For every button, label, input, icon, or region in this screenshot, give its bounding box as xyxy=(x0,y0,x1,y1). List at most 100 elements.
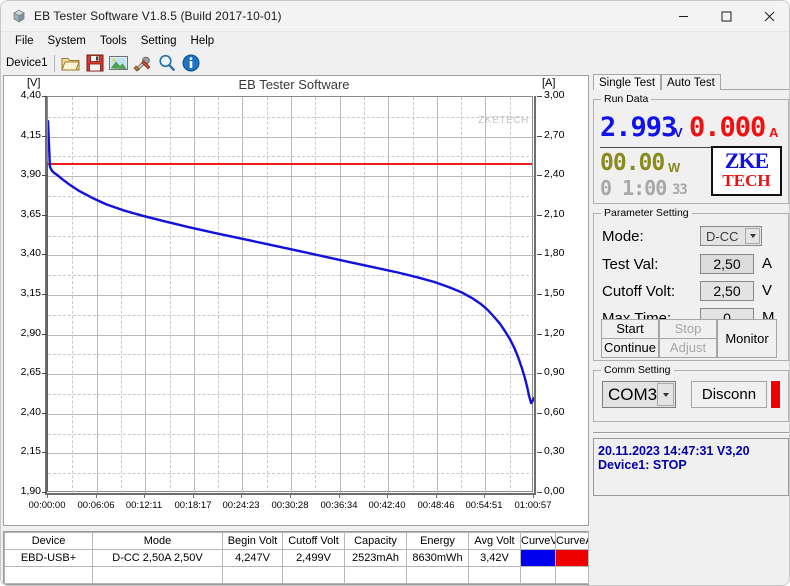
save-floppy-icon[interactable] xyxy=(83,52,107,74)
y-axis-tick-label: 3,90 xyxy=(20,168,41,180)
table-cell xyxy=(344,566,407,584)
test-val-row: Test Val: 2,50 A xyxy=(602,254,782,278)
table-cell: D-CC 2,50A 2,50V xyxy=(92,549,223,567)
status-log[interactable]: 20.11.2023 14:47:31 V3,20 Device1: STOP xyxy=(593,438,789,496)
y-axis-tick-label: 2,15 xyxy=(20,445,41,457)
minimize-icon[interactable] xyxy=(662,1,705,32)
menu-item-file[interactable]: File xyxy=(8,34,41,49)
x-axis-tick-mark xyxy=(241,493,242,498)
test-val-input[interactable]: 2,50 xyxy=(700,254,754,274)
tools-icon[interactable] xyxy=(131,52,155,74)
y-axis-tick-label: 2,65 xyxy=(20,366,41,378)
y-axis-tick-mark xyxy=(42,373,47,374)
mode-select[interactable]: D-CC xyxy=(700,226,762,246)
y2-axis-tick-label: 0,00 xyxy=(544,485,565,497)
y-axis-tick-mark xyxy=(42,294,47,295)
maximize-icon[interactable] xyxy=(705,1,748,32)
tab-auto-test[interactable]: Auto Test xyxy=(661,74,721,90)
voltage-unit: V xyxy=(674,125,683,140)
stop-button: Stop xyxy=(659,319,717,339)
y2-axis-tick-mark xyxy=(537,294,542,295)
mode-label: Mode: xyxy=(602,228,644,245)
y-axis-tick-mark xyxy=(42,136,47,137)
table-header-cell: Begin Volt xyxy=(222,532,283,550)
table-cell xyxy=(282,566,345,584)
table-cell: 2,499V xyxy=(282,549,345,567)
table-row[interactable] xyxy=(4,566,589,584)
curve-v-swatch[interactable] xyxy=(520,549,556,567)
com-port-select[interactable]: COM3 xyxy=(602,381,676,408)
y2-axis-tick-mark xyxy=(537,492,542,493)
title-bar: EB Tester Software V1.8.5 (Build 2017-10… xyxy=(1,1,789,32)
monitor-button[interactable]: Monitor xyxy=(717,319,777,358)
start-button[interactable]: Start xyxy=(601,319,659,339)
table-row[interactable]: EBD-USB+ D-CC 2,50A 2,50V 4,247V 2,499V 2523… xyxy=(4,549,589,567)
tab-single-test[interactable]: Single Test xyxy=(593,74,662,90)
x-axis-tick-mark xyxy=(144,493,145,498)
x-axis-tick-mark xyxy=(339,493,340,498)
x-axis-tick-mark xyxy=(47,493,48,498)
disconnect-button[interactable]: Disconn xyxy=(691,381,767,408)
y2-axis-tick-label: 0,90 xyxy=(544,366,565,378)
y-axis-tick-mark xyxy=(42,254,47,255)
close-icon[interactable] xyxy=(748,1,789,32)
table-cell: 2523mAh xyxy=(344,549,407,567)
voltage-curve xyxy=(48,120,534,405)
menu-item-system[interactable]: System xyxy=(41,34,93,49)
x-axis-tick-mark xyxy=(387,493,388,498)
zketech-logo: ZKE TECH xyxy=(711,146,782,196)
connection-status-led xyxy=(771,381,780,408)
tab-filler xyxy=(720,71,789,90)
y2-axis-tick-mark xyxy=(537,96,542,97)
y2-axis-tick-label: 1,80 xyxy=(544,247,565,259)
plot-area[interactable]: ZKETECH xyxy=(47,96,534,493)
x-axis-tick-mark xyxy=(96,493,97,498)
curve-a-swatch[interactable] xyxy=(555,549,589,567)
y-axis-tick-mark xyxy=(42,334,47,335)
menu-item-help[interactable]: Help xyxy=(184,34,222,49)
y2-axis-tick-mark xyxy=(537,254,542,255)
y-axis-tick-label: 2,40 xyxy=(20,406,41,418)
y2-axis-tick-label: 1,20 xyxy=(544,327,565,339)
mode-select-value: D-CC xyxy=(706,229,739,244)
chevron-down-icon[interactable] xyxy=(657,383,674,406)
y2-axis-tick-label: 0,60 xyxy=(544,406,565,418)
y2-axis-tick-mark xyxy=(537,215,542,216)
cutoff-volt-label: Cutoff Volt: xyxy=(602,283,676,300)
table-cell xyxy=(406,566,469,584)
table-header-cell: CurveV xyxy=(520,532,556,550)
adjust-button: Adjust xyxy=(659,338,717,358)
power-readout: 00.00 xyxy=(600,150,665,176)
zketech-logo-top: ZKE xyxy=(724,148,769,173)
cutoff-volt-input[interactable]: 2,50 xyxy=(700,281,754,301)
y2-axis-tick-mark xyxy=(537,452,542,453)
export-image-icon[interactable] xyxy=(107,52,131,74)
continue-button[interactable]: Continue xyxy=(601,338,659,358)
table-header-cell: Avg Volt xyxy=(468,532,521,550)
table-cell xyxy=(555,566,589,584)
table-cell xyxy=(4,566,93,584)
x-axis-tick-label: 01:00:57 xyxy=(514,500,552,511)
y-axis-tick-mark xyxy=(42,452,47,453)
y-axis-tick-mark xyxy=(42,215,47,216)
y-axis-tick-label: 3,65 xyxy=(20,208,41,220)
run-data-title: Run Data xyxy=(601,93,652,105)
application-window: EB Tester Software V1.8.5 (Build 2017-10… xyxy=(0,0,790,586)
info-icon[interactable] xyxy=(179,52,203,74)
chevron-down-icon[interactable] xyxy=(745,228,760,244)
open-folder-icon[interactable] xyxy=(59,52,83,74)
y2-axis-tick-mark xyxy=(537,334,542,335)
y2-axis-tick-label: 2,10 xyxy=(544,208,565,220)
table-header-cell: Energy xyxy=(406,532,469,550)
results-table[interactable]: Device Mode Begin Volt Cutoff Volt Capacity E… xyxy=(3,531,589,585)
menu-item-setting[interactable]: Setting xyxy=(134,34,184,49)
zoom-magnifier-icon[interactable] xyxy=(155,52,179,74)
table-cell: 4,247V xyxy=(222,549,283,567)
y2-axis-tick-mark xyxy=(537,136,542,137)
y-axis-tick-mark xyxy=(42,96,47,97)
table-header-row: Device Mode Begin Volt Cutoff Volt Capacity E… xyxy=(4,532,589,550)
menu-item-tools[interactable]: Tools xyxy=(93,34,134,49)
y2-axis-tick-label: 0,30 xyxy=(544,445,565,457)
y2-axis-tick-label: 3,00 xyxy=(544,89,565,101)
y-axis-left xyxy=(45,96,47,494)
